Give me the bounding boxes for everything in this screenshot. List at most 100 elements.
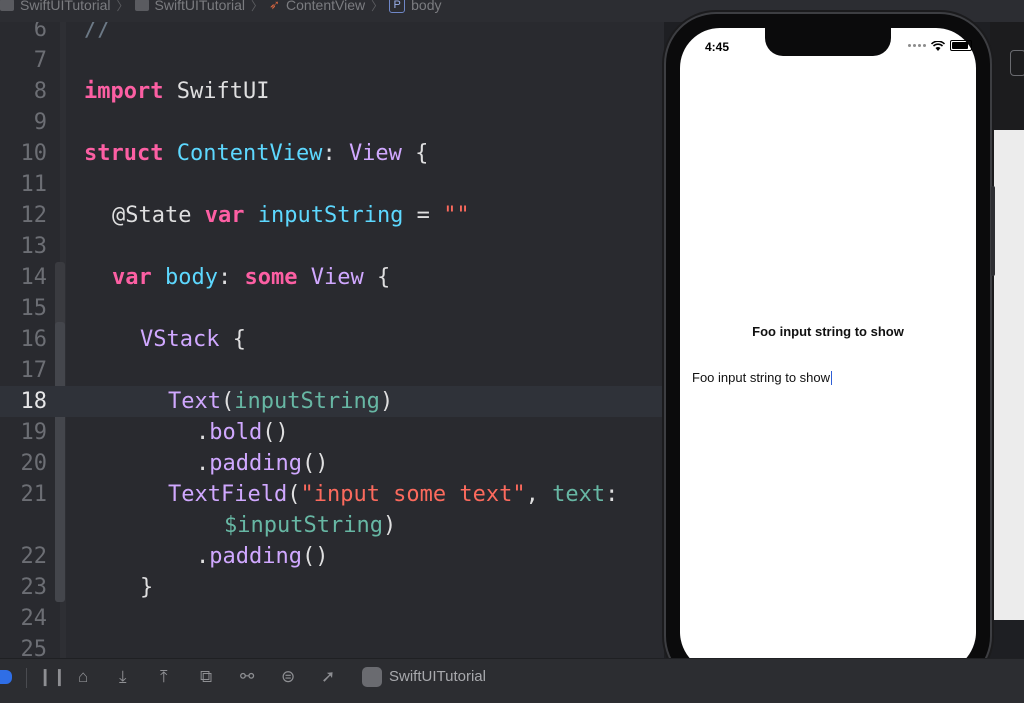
status-time: 4:45 (705, 40, 730, 54)
line-number[interactable]: 23 (0, 572, 48, 603)
breadcrumb-symbol[interactable]: body (411, 0, 441, 13)
code-token: SwiftUI (163, 79, 270, 104)
scheme-label[interactable]: SwiftUITutorial (389, 667, 486, 687)
code-token: = (403, 203, 444, 228)
code-text[interactable]: var body: some View { (112, 262, 390, 293)
code-line[interactable]: 21 TextField("input some text", text: (0, 479, 664, 510)
code-token: ContentView (176, 141, 323, 166)
code-token: ( (220, 389, 235, 414)
code-line[interactable]: 10 struct ContentView: View { (0, 138, 664, 169)
line-number[interactable]: 15 (0, 293, 48, 324)
code-token: "" (443, 203, 470, 228)
code-token: var (204, 203, 245, 228)
code-line[interactable]: 12 @State var inputString = "" (0, 200, 664, 231)
code-text[interactable]: // (84, 22, 111, 45)
code-token: // (84, 22, 111, 42)
status-icons (908, 40, 972, 51)
code-text[interactable]: } (140, 572, 153, 603)
line-number[interactable]: 14 (0, 262, 48, 293)
chevron-right-icon: 〉 (371, 0, 384, 13)
code-line[interactable]: 24 (0, 603, 664, 634)
bold-text-label: Foo input string to show (752, 324, 904, 339)
code-line[interactable]: 23} (0, 572, 664, 603)
code-line[interactable]: 17 (0, 355, 664, 386)
code-text[interactable]: .padding() (196, 541, 328, 572)
line-number[interactable]: 22 (0, 541, 48, 572)
code-text[interactable]: import SwiftUI (84, 76, 269, 107)
code-token: ) (382, 513, 397, 538)
line-number[interactable]: 6 (0, 22, 47, 45)
line-number[interactable]: 10 (0, 138, 48, 169)
environment-icon[interactable]: ⊜ (281, 666, 295, 688)
line-number[interactable]: 19 (0, 417, 48, 448)
line-number[interactable]: 25 (0, 634, 48, 658)
canvas-control-button[interactable] (1010, 50, 1024, 76)
code-line[interactable]: 9 (0, 107, 664, 138)
line-number[interactable]: 9 (0, 107, 47, 138)
code-token: "input some text" (300, 482, 526, 507)
line-number[interactable]: 16 (0, 324, 48, 355)
code-line[interactable]: 15 (0, 293, 664, 324)
code-token: @State (112, 203, 192, 228)
code-line[interactable]: 16 VStack { (0, 324, 664, 355)
code-text[interactable]: @State var inputString = "" (112, 200, 470, 231)
code-token: { (363, 265, 391, 290)
code-token: () (262, 420, 289, 445)
code-token: var (112, 265, 152, 290)
code-line[interactable]: 20 .padding() (0, 448, 664, 479)
code-token: TextField (168, 482, 288, 507)
code-line[interactable]: 7 (0, 45, 664, 76)
code-text[interactable]: TextField("input some text", text: (168, 479, 618, 510)
code-text[interactable]: .padding() (196, 448, 328, 479)
line-number[interactable]: 20 (0, 448, 48, 479)
text-field[interactable]: Foo input string to show (692, 370, 833, 385)
code-line[interactable]: 19 .bold() (0, 417, 664, 448)
code-token: { (401, 141, 429, 166)
breadcrumb-file[interactable]: ContentView (286, 0, 365, 13)
code-line[interactable]: 22 .padding() (0, 541, 664, 572)
code-line[interactable]: 11 (0, 169, 664, 200)
battery-icon (950, 40, 972, 51)
property-icon: P (389, 0, 406, 13)
line-number[interactable]: 24 (0, 603, 48, 634)
pause-icon[interactable]: ❙❙ (38, 666, 67, 688)
code-line[interactable]: 13 (0, 231, 664, 262)
line-number[interactable]: 7 (0, 45, 47, 76)
code-line[interactable]: $inputString) (0, 510, 664, 541)
step-over-icon[interactable]: ⌂ (78, 666, 88, 688)
line-number[interactable]: 11 (0, 169, 48, 200)
line-number[interactable]: 18 (0, 386, 48, 417)
view-hierarchy-icon[interactable]: ⧉ (200, 666, 212, 688)
code-text[interactable]: VStack { (140, 324, 246, 355)
debug-area-toggle[interactable] (0, 670, 12, 684)
debug-toolbar (0, 658, 1024, 703)
code-line[interactable]: 14 var body: some View { (0, 262, 664, 293)
code-text[interactable]: .bold() (196, 417, 289, 448)
code-token: () (301, 451, 329, 476)
line-number[interactable]: 8 (0, 76, 47, 107)
code-token: ( (287, 482, 301, 507)
breadcrumb-group[interactable]: SwiftUITutorial (155, 0, 246, 13)
power-button (991, 186, 995, 276)
code-text[interactable]: $inputString) (224, 510, 396, 541)
step-out-icon[interactable]: ⤒ (160, 666, 168, 688)
memory-graph-icon[interactable]: ⚯ (240, 666, 254, 688)
code-line[interactable]: 8 import SwiftUI (0, 76, 664, 107)
scheme-app-icon[interactable] (362, 667, 382, 687)
code-token: inputString (234, 389, 380, 414)
code-line[interactable]: 18 Text(inputString) (0, 386, 664, 417)
chevron-right-icon: 〉 (116, 0, 129, 13)
breadcrumb-project[interactable]: SwiftUITutorial (20, 0, 111, 13)
code-text[interactable]: Text(inputString) (168, 386, 393, 417)
code-line[interactable]: 6 // (0, 22, 664, 45)
line-number[interactable]: 17 (0, 355, 48, 386)
source-editor[interactable]: 6 // 7 8 import SwiftUI 9 10 struct ContentView… (0, 22, 664, 658)
step-into-icon[interactable]: ⤓ (119, 666, 127, 688)
line-number[interactable]: 13 (0, 231, 48, 262)
code-token: text (552, 482, 606, 507)
location-icon[interactable]: ➚ (321, 666, 335, 688)
code-line[interactable]: 25 (0, 634, 664, 658)
code-text[interactable]: struct ContentView: View { (84, 138, 428, 169)
line-number[interactable]: 21 (0, 479, 48, 510)
line-number[interactable]: 12 (0, 200, 48, 231)
